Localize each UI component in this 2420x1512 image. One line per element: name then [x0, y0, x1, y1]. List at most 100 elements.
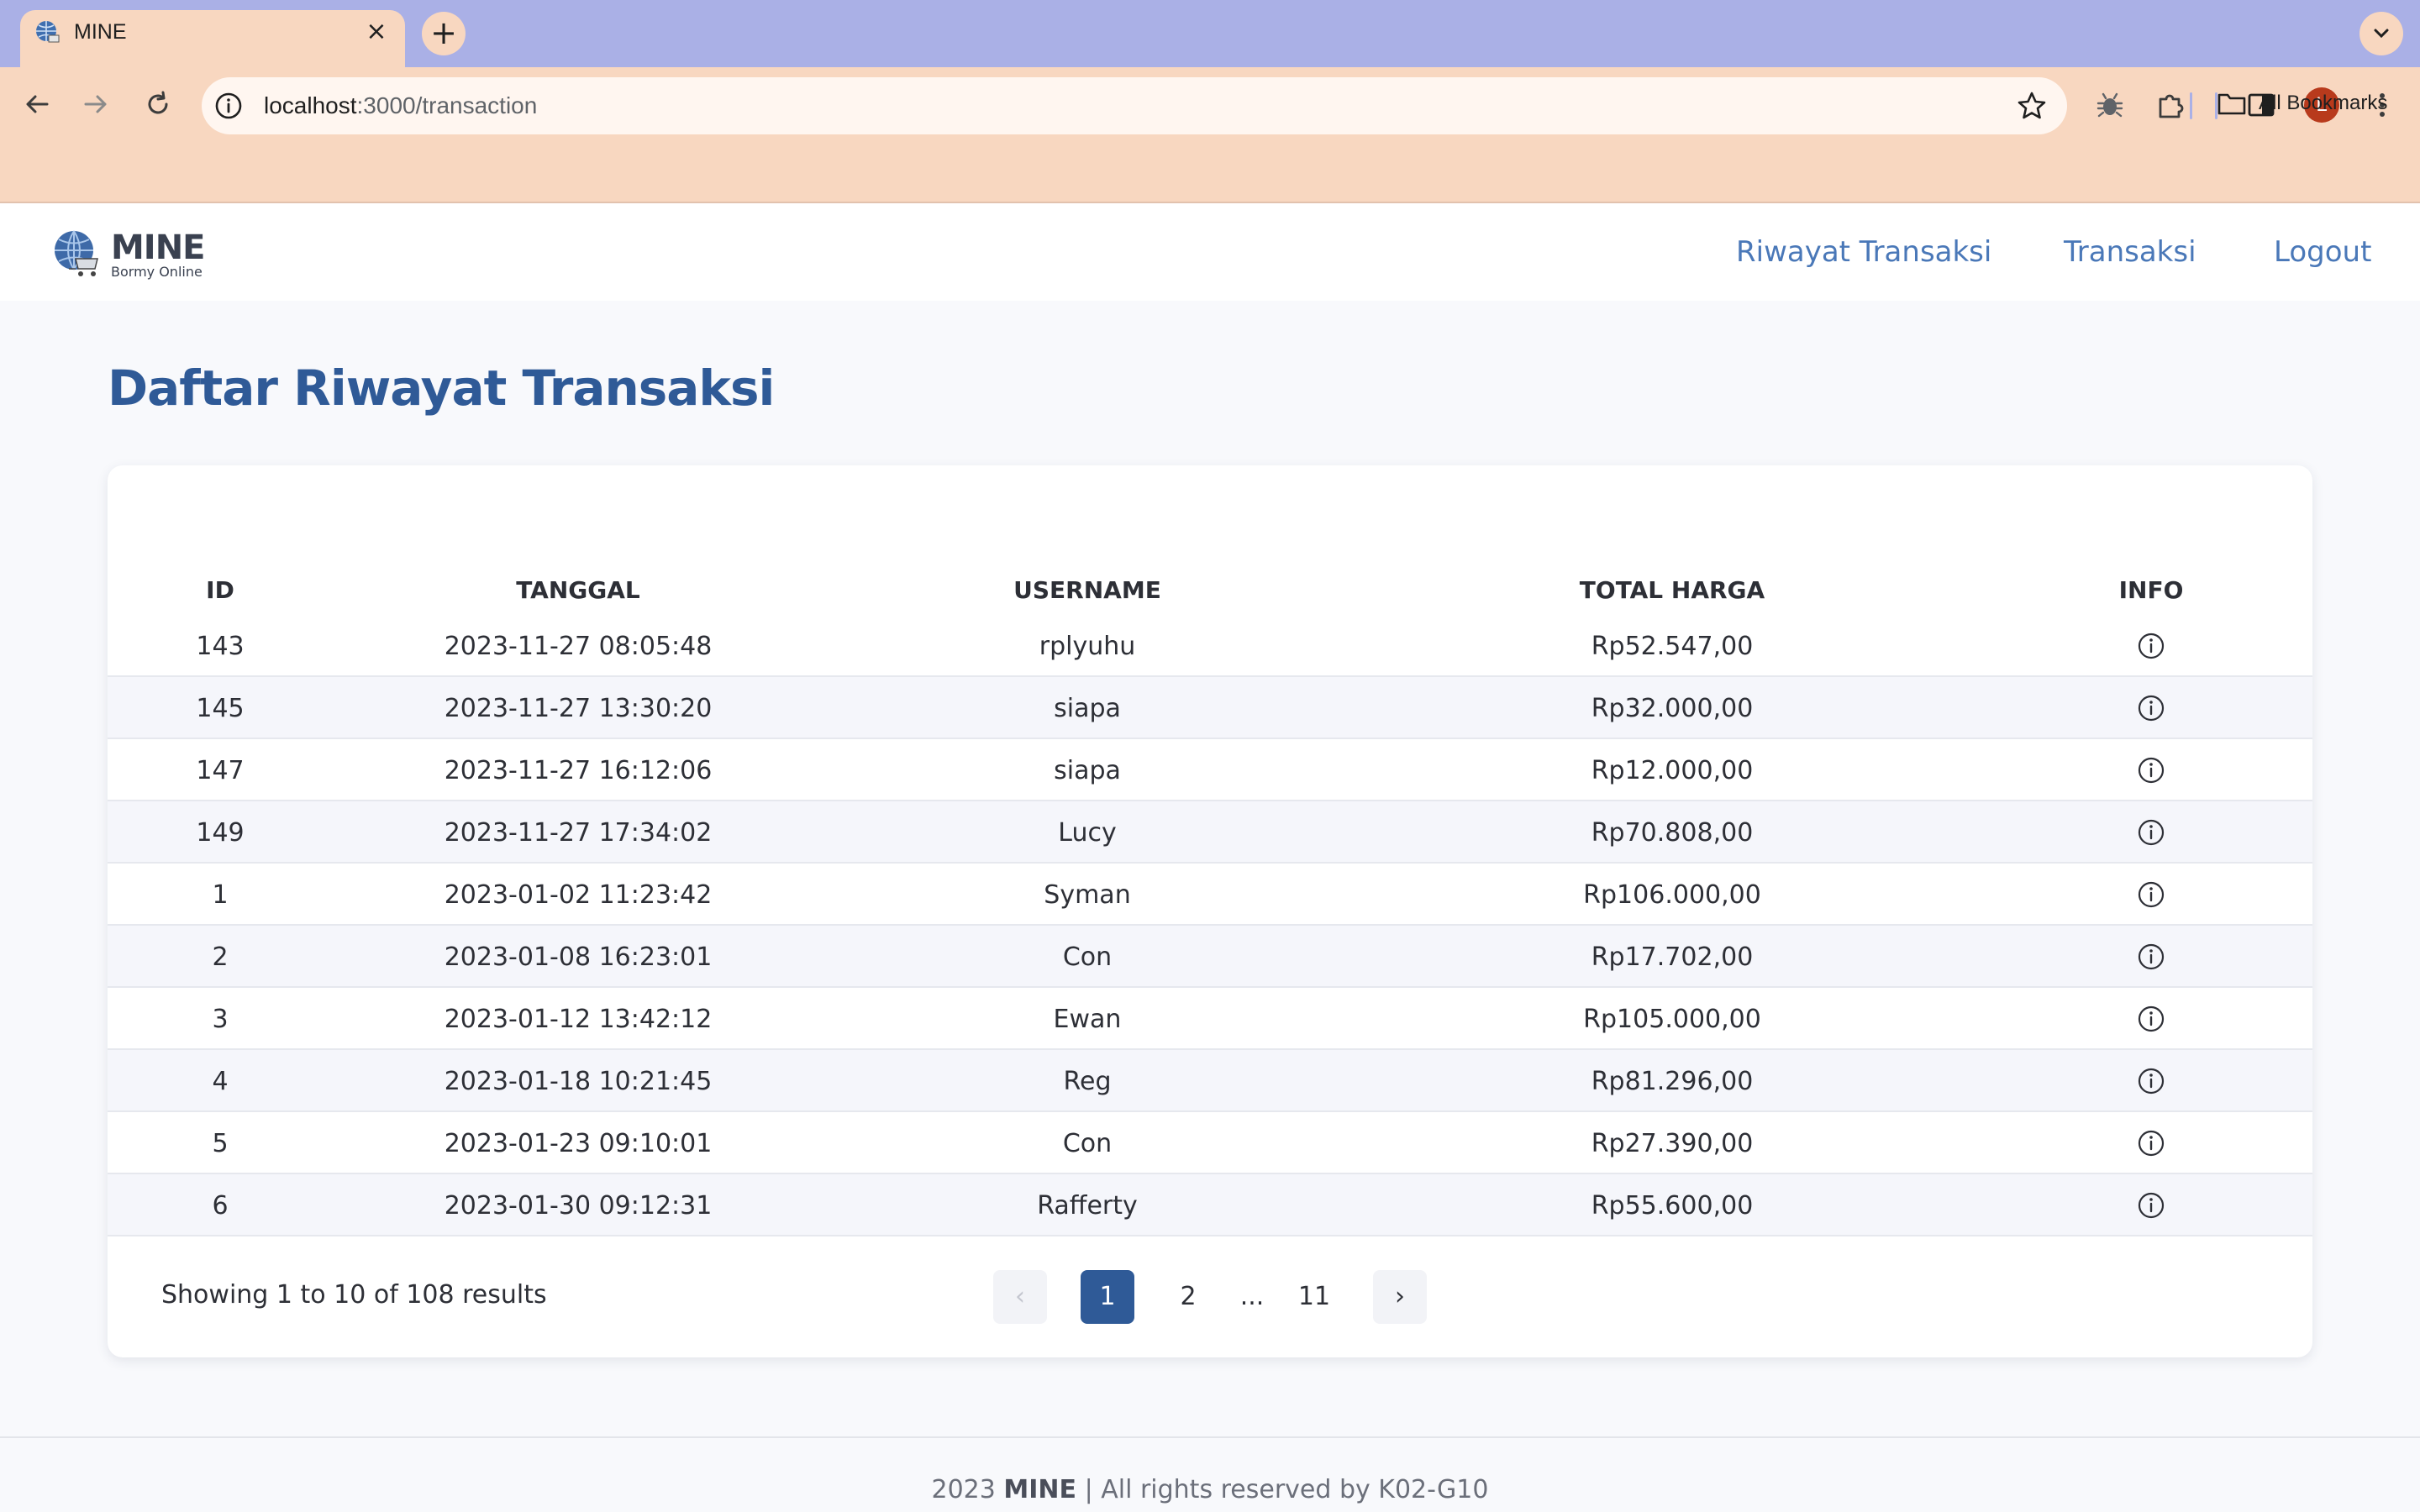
- all-bookmarks-button[interactable]: All Bookmarks: [2217, 91, 2387, 116]
- chevron-down-icon: [2374, 29, 2389, 39]
- brand-tagline: Bormy Online: [111, 264, 203, 280]
- tab-title: MINE: [74, 20, 127, 44]
- table-row: 5 2023-01-23 09:10:01 Con Rp27.390,00: [108, 1112, 2312, 1174]
- cell-username: Lucy: [1058, 818, 1117, 848]
- cell-username: Rafferty: [1037, 1191, 1138, 1221]
- info-icon[interactable]: [2137, 880, 2165, 909]
- pagination-ellipsis: ...: [1239, 1282, 1265, 1311]
- globe-favicon-icon: [36, 21, 60, 43]
- cell-total: Rp106.000,00: [1583, 880, 1761, 910]
- pagination-page-1[interactable]: 1: [1081, 1270, 1134, 1324]
- info-icon[interactable]: [2137, 1129, 2165, 1158]
- cell-total: Rp55.600,00: [1591, 1191, 1754, 1221]
- pagination-next-button[interactable]: ›: [1373, 1270, 1427, 1324]
- col-header-info: INFO: [2118, 576, 2184, 604]
- info-icon[interactable]: [2137, 632, 2165, 660]
- table-row: 1 2023-01-02 11:23:42 Syman Rp106.000,00: [108, 864, 2312, 926]
- cell-username: rplyuhu: [1039, 632, 1136, 661]
- cell-total: Rp70.808,00: [1591, 818, 1754, 848]
- footer-copyright: 2023 MINE | All rights reserved by K02-G…: [0, 1475, 2420, 1504]
- cell-date: 2023-01-30 09:12:31: [444, 1191, 713, 1221]
- table-body: 143 2023-11-27 08:05:48 rplyuhu Rp52.547…: [108, 615, 2312, 1236]
- cell-total: Rp32.000,00: [1591, 694, 1754, 723]
- cell-total: Rp52.547,00: [1591, 632, 1754, 661]
- info-icon[interactable]: [2137, 942, 2165, 971]
- cell-date: 2023-11-27 13:30:20: [444, 694, 713, 723]
- bug-icon: [2096, 92, 2123, 118]
- forward-button[interactable]: [76, 84, 116, 124]
- puzzle-icon: [2159, 94, 2184, 118]
- address-bar[interactable]: localhost:3000/transaction: [202, 77, 2067, 134]
- page-title: Daftar Riwayat Transaksi: [108, 360, 775, 417]
- cell-id: 147: [196, 756, 245, 785]
- nav-logout[interactable]: Logout: [2274, 235, 2371, 269]
- arrow-right-icon: [84, 95, 107, 113]
- cell-id: 6: [212, 1191, 229, 1221]
- url-host: localhost: [264, 92, 357, 118]
- table-row: 145 2023-11-27 13:30:20 siapa Rp32.000,0…: [108, 677, 2312, 739]
- table-row: 149 2023-11-27 17:34:02 Lucy Rp70.808,00: [108, 801, 2312, 864]
- nav-riwayat-transaksi[interactable]: Riwayat Transaksi: [1736, 235, 1991, 269]
- url-text: localhost:3000/transaction: [264, 92, 537, 119]
- browser-tab-strip: MINE × +: [0, 0, 2420, 67]
- table-row: 4 2023-01-18 10:21:45 Reg Rp81.296,00: [108, 1050, 2312, 1112]
- cell-date: 2023-11-27 16:12:06: [444, 756, 713, 785]
- reload-button[interactable]: [138, 84, 178, 124]
- cell-date: 2023-01-18 10:21:45: [444, 1067, 713, 1096]
- cell-date: 2023-01-23 09:10:01: [444, 1129, 713, 1158]
- cell-id: 1: [212, 880, 229, 910]
- info-icon[interactable]: [2137, 1005, 2165, 1033]
- extensions-button[interactable]: [2153, 87, 2188, 123]
- back-button[interactable]: [17, 84, 57, 124]
- cell-date: 2023-01-12 13:42:12: [444, 1005, 713, 1034]
- info-icon[interactable]: [2137, 694, 2165, 722]
- table-row: 3 2023-01-12 13:42:12 Ewan Rp105.000,00: [108, 988, 2312, 1050]
- footer-rights: | All rights reserved by K02-G10: [1084, 1475, 1489, 1504]
- cell-username: Con: [1062, 942, 1113, 972]
- app-navbar: MINE Bormy Online Riwayat Transaksi Tran…: [0, 203, 2420, 301]
- tab-search-button[interactable]: [2360, 12, 2403, 55]
- table-row: 2 2023-01-08 16:23:01 Con Rp17.702,00: [108, 926, 2312, 988]
- info-icon[interactable]: [2137, 1067, 2165, 1095]
- cell-total: Rp12.000,00: [1591, 756, 1754, 785]
- bookmarks-divider: [2190, 92, 2192, 119]
- cell-date: 2023-11-27 17:34:02: [444, 818, 713, 848]
- new-tab-button[interactable]: +: [422, 12, 466, 55]
- table-row: 6 2023-01-30 09:12:31 Rafferty Rp55.600,…: [108, 1174, 2312, 1236]
- info-icon[interactable]: [2137, 818, 2165, 847]
- col-header-tanggal: TANGGAL: [516, 576, 640, 604]
- info-icon[interactable]: [2137, 1191, 2165, 1220]
- cell-id: 145: [196, 694, 245, 723]
- extension-bug-button[interactable]: [2092, 87, 2128, 123]
- folder-icon: [2217, 93, 2246, 115]
- cell-username: siapa: [1054, 756, 1121, 785]
- cell-total: Rp81.296,00: [1591, 1067, 1754, 1096]
- all-bookmarks-label: All Bookmarks: [2259, 92, 2388, 114]
- col-header-total-harga: TOTAL HARGA: [1579, 576, 1765, 604]
- nav-transaksi[interactable]: Transaksi: [2064, 235, 2196, 269]
- arrow-left-icon: [26, 95, 49, 113]
- pagination-page-11[interactable]: 11: [1287, 1270, 1341, 1324]
- table-header: ID TANGGAL USERNAME TOTAL HARGA INFO: [108, 564, 2312, 615]
- transaction-table-card: ID TANGGAL USERNAME TOTAL HARGA INFO 143…: [108, 465, 2312, 1357]
- footer-year: 2023: [931, 1475, 996, 1504]
- pagination-prev-button[interactable]: ‹: [993, 1270, 1047, 1324]
- browser-tab[interactable]: MINE ×: [20, 10, 405, 67]
- cell-total: Rp17.702,00: [1591, 942, 1754, 972]
- cell-username: Ewan: [1053, 1005, 1122, 1034]
- cell-id: 143: [196, 632, 245, 661]
- cell-total: Rp27.390,00: [1591, 1129, 1754, 1158]
- reload-icon: [148, 91, 168, 114]
- pagination-page-2[interactable]: 2: [1161, 1270, 1215, 1324]
- col-header-id: ID: [206, 576, 234, 604]
- cell-date: 2023-11-27 08:05:48: [444, 632, 713, 661]
- globe-cart-logo-icon[interactable]: [50, 227, 104, 281]
- brand-name: MINE: [111, 228, 205, 267]
- site-info-icon[interactable]: [213, 91, 244, 121]
- bookmark-star-icon[interactable]: [2015, 89, 2049, 123]
- cell-username: Reg: [1063, 1067, 1112, 1096]
- close-tab-icon[interactable]: ×: [363, 18, 390, 45]
- info-icon[interactable]: [2137, 756, 2165, 785]
- page-footer: 2023 MINE | All rights reserved by K02-G…: [0, 1436, 2420, 1512]
- pagination-summary: Showing 1 to 10 of 108 results: [161, 1280, 547, 1310]
